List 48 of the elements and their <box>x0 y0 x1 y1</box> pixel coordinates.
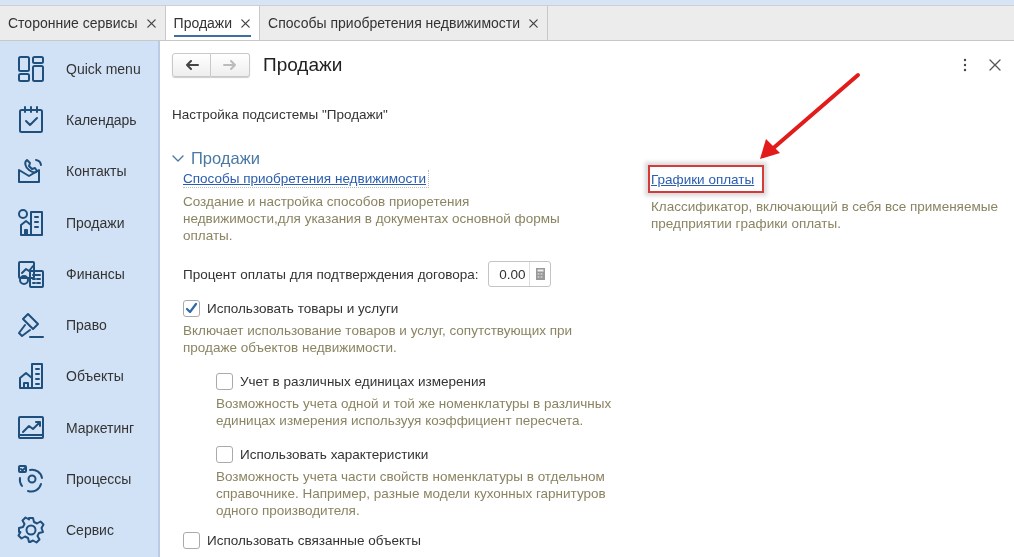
sidebar-item[interactable]: Контакты <box>0 145 158 197</box>
checkbox-label[interactable]: Учет в различных единицах измерения <box>240 374 486 389</box>
section-header[interactable]: Продажи <box>172 149 1014 168</box>
building-icon <box>16 361 46 392</box>
form-title: Продажи <box>263 54 343 76</box>
form-subtitle: Настройка подсистемы "Продажи" <box>172 107 389 122</box>
checkbox[interactable] <box>216 373 233 390</box>
checkbox[interactable] <box>216 446 233 463</box>
building-icon <box>16 207 46 238</box>
left-arrow-icon <box>184 60 199 70</box>
right-arrow-icon <box>223 60 237 70</box>
field-label: Процент оплаты для подтверждения договора: <box>183 266 479 282</box>
checkbox[interactable] <box>183 532 200 549</box>
description: Возможность учета одной и той же номенклатуры в различных единицах измерения использууя коэффициент пересчета. <box>216 395 613 429</box>
sidebar-item[interactable]: Объекты <box>0 350 158 403</box>
chevron-icon <box>172 154 184 163</box>
sidebar-item[interactable]: Процессы <box>0 453 158 505</box>
calculator-icon <box>16 258 46 289</box>
checkmark-icon <box>185 302 198 315</box>
calendar-icon <box>16 104 46 135</box>
sidebar-item[interactable]: Право <box>0 299 158 351</box>
sidebar-item[interactable]: Календарь <box>0 94 158 146</box>
gear-icon <box>16 515 46 546</box>
close-icon <box>145 17 157 29</box>
close-icon <box>528 17 540 29</box>
sidebar-item[interactable]: Quick menu <box>0 43 158 95</box>
checkbox[interactable] <box>183 300 200 317</box>
description: Включает использование товаров и услуг, сопутствующих при продаже объектов недвижимости. <box>183 322 574 356</box>
gavel-icon <box>16 310 46 341</box>
description: Классификатор, включающий в себя все применяемые предприятии графики оплаты. <box>651 198 999 232</box>
sidebar-item[interactable]: Маркетинг <box>0 402 158 454</box>
tiles-icon <box>16 53 46 84</box>
checkbox-label[interactable]: Использовать товары и услуги <box>207 301 399 316</box>
cycle-icon <box>16 464 46 494</box>
link[interactable]: Графики оплаты <box>651 171 757 188</box>
sidebar-item[interactable]: Сервис <box>0 504 158 556</box>
link[interactable]: Способы приобретения недвижимости <box>183 170 430 188</box>
sidebar-item[interactable]: Финансы <box>0 248 158 300</box>
number-field[interactable]: 0.00 <box>488 261 552 287</box>
checkbox-label[interactable]: Использовать связанные объекты <box>207 533 421 548</box>
description: Возможность учета части свойств номенклатуры в отдельном справочнике. Например, разные модели кухонных гарнитуров одного производителя. <box>216 468 607 519</box>
sidebar-item[interactable]: Продажи <box>0 196 158 249</box>
tab[interactable]: Продажи <box>165 6 261 40</box>
description: Создание и настройка способов приоретения недвижимости,для указания в документах основной формы оплаты. <box>183 193 561 244</box>
checkbox-label[interactable]: Использовать характеристики <box>240 447 429 462</box>
close-icon[interactable] <box>988 58 1002 72</box>
back-button[interactable] <box>172 53 211 77</box>
close-icon <box>240 17 252 29</box>
